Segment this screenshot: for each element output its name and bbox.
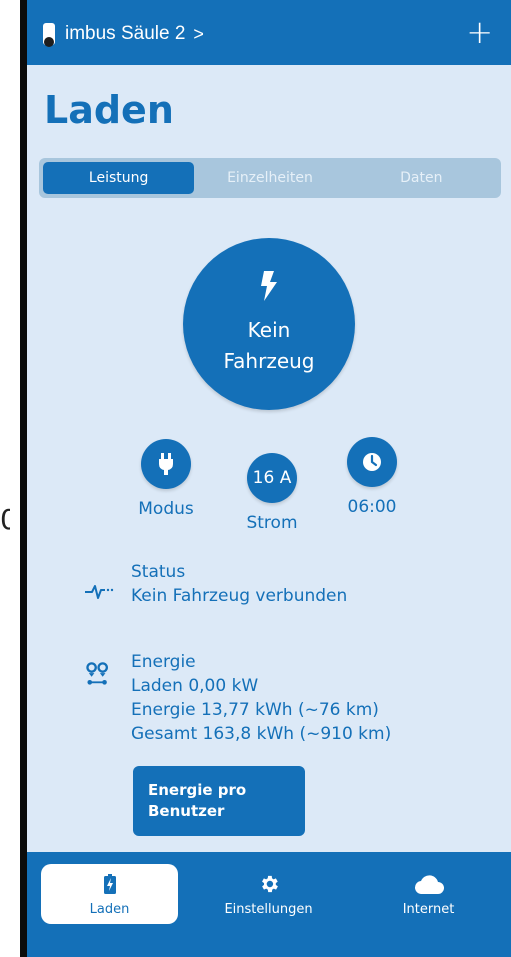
timer-label: 06:00 xyxy=(347,497,397,517)
energy-total: Gesamt 163,8 kWh (~910 km) xyxy=(131,724,392,744)
device-label: imbus Säule 2 xyxy=(65,23,186,44)
gear-icon xyxy=(261,875,278,893)
charger-icon xyxy=(43,23,55,47)
left-edge: 0 xyxy=(0,0,27,957)
app-screen: imbus Säule 2 > + Laden Leistung Einzelh… xyxy=(27,0,511,957)
plug-icon xyxy=(159,453,173,475)
cut-off-glyph: 0 xyxy=(0,503,10,536)
timer-button[interactable] xyxy=(347,437,397,487)
nav-laden[interactable]: Laden xyxy=(41,864,178,924)
tab-leistung[interactable]: Leistung xyxy=(43,162,195,194)
energy-session: Energie 13,77 kWh (~76 km) xyxy=(131,700,379,720)
status-heading: Status xyxy=(131,562,186,582)
energy-charging: Laden 0,00 kW xyxy=(131,676,259,696)
add-button[interactable]: + xyxy=(466,14,493,50)
nav-einstellungen[interactable]: Einstellungen xyxy=(200,864,337,924)
energy-per-user-button[interactable]: Energie pro Benutzer xyxy=(133,766,305,836)
tab-daten[interactable]: Daten xyxy=(346,162,497,194)
route-icon xyxy=(86,662,109,685)
mode-control[interactable]: Modus xyxy=(135,439,197,519)
current-label: Strom xyxy=(246,513,298,533)
charge-status-line2: Fahrzeug xyxy=(223,349,315,373)
device-frame xyxy=(20,0,27,957)
current-button[interactable]: 16 A xyxy=(247,453,297,503)
nav-internet-label: Internet xyxy=(402,902,455,917)
clock-icon xyxy=(363,453,381,471)
chevron-right-icon: > xyxy=(193,23,204,44)
timer-control[interactable]: 06:00 xyxy=(342,437,402,517)
charge-status-button[interactable]: Kein Fahrzeug xyxy=(183,238,355,410)
bolt-icon xyxy=(261,271,277,301)
page-title: Laden xyxy=(44,88,174,132)
mode-button[interactable] xyxy=(141,439,191,489)
pulse-icon xyxy=(85,585,114,599)
segment-control: Leistung Einzelheiten Daten xyxy=(39,158,501,198)
nav-internet[interactable]: Internet xyxy=(360,864,497,924)
battery-charging-icon xyxy=(103,874,116,894)
top-bar: imbus Säule 2 > + xyxy=(27,0,511,65)
tab-einzelheiten[interactable]: Einzelheiten xyxy=(194,162,345,194)
charge-status-line1: Kein xyxy=(247,318,291,342)
status-text: Kein Fahrzeug verbunden xyxy=(131,586,348,606)
energy-heading: Energie xyxy=(131,652,196,672)
nav-einstellungen-label: Einstellungen xyxy=(224,902,313,917)
current-control[interactable]: 16 A Strom xyxy=(242,453,302,533)
device-selector[interactable]: imbus Säule 2 > xyxy=(43,20,204,48)
energy-per-user-line1: Energie pro xyxy=(148,781,247,799)
energy-per-user-line2: Benutzer xyxy=(148,802,225,820)
mode-label: Modus xyxy=(138,499,194,519)
cloud-icon xyxy=(414,875,444,894)
bottom-navigation: Laden Einstellungen Internet xyxy=(27,852,511,957)
nav-laden-label: Laden xyxy=(89,902,130,917)
